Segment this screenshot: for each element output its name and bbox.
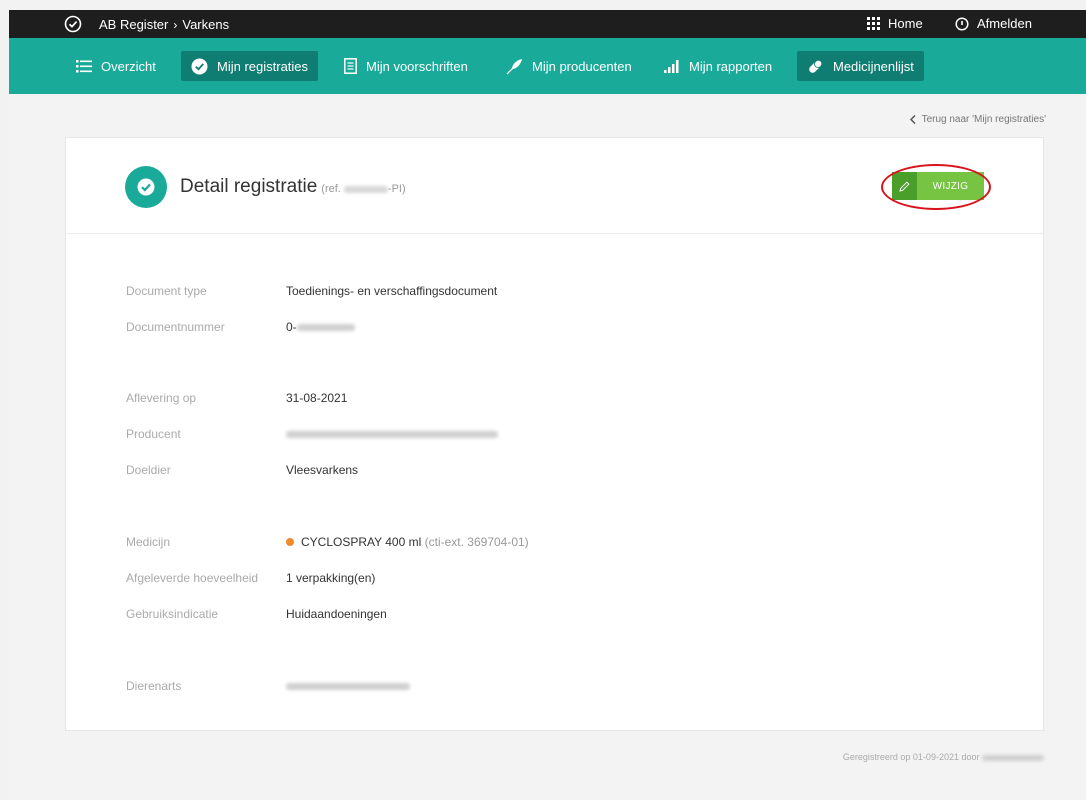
field-value: Huidaandoeningen <box>286 607 387 621</box>
redacted-value <box>982 754 1044 761</box>
nav-label-medicijnenlijst: Medicijnenlijst <box>833 58 914 74</box>
home-link[interactable]: Home <box>867 16 923 31</box>
nav-label-mijn-producenten: Mijn producenten <box>532 58 632 74</box>
field-value: Toedienings- en verschaffingsdocument <box>286 284 498 298</box>
field-label: Documentnummer <box>126 320 225 334</box>
page-title-text: Detail registratie <box>180 176 318 197</box>
edit-button-label: WIJZIG <box>917 172 984 200</box>
detail-card: Detail registratie (ref. -PI) WIJZIG Docu… <box>65 137 1044 731</box>
power-info-icon <box>955 16 969 31</box>
nav-label-mijn-registraties: Mijn registraties <box>217 58 309 74</box>
breadcrumb: AB Register › Varkens <box>99 17 229 32</box>
redacted-value <box>286 431 498 439</box>
pill-icon <box>809 59 823 73</box>
medicine-cti: (cti-ext. 369704-01) <box>424 535 529 549</box>
field-label: Doeldier <box>126 463 171 477</box>
back-link-label: Terug naar 'Mijn registraties' <box>921 114 1046 125</box>
chevron-left-icon <box>909 115 916 124</box>
field-label: Document type <box>126 284 207 298</box>
reference-prefix: (ref. <box>321 183 341 195</box>
medicine-name: CYCLOSPRAY 400 ml <box>301 535 422 549</box>
field-value <box>286 427 498 441</box>
breadcrumb-section[interactable]: Varkens <box>182 17 229 32</box>
breadcrumb-app[interactable]: AB Register <box>99 17 168 32</box>
check-circle-logo-icon <box>64 15 82 33</box>
check-circle-icon <box>191 58 208 74</box>
field-label: Afgeleverde hoeveelheid <box>126 571 259 585</box>
edit-button[interactable]: WIJZIG <box>892 172 984 200</box>
nav-item-overzicht[interactable]: Overzicht <box>66 51 166 81</box>
grid-icon <box>867 17 880 30</box>
reference: (ref. -PI) <box>321 183 405 195</box>
nav-item-mijn-producenten[interactable]: Mijn producenten <box>496 51 642 81</box>
list-icon <box>76 59 92 72</box>
document-icon <box>344 58 357 74</box>
logout-link[interactable]: Afmelden <box>955 16 1032 31</box>
breadcrumb-separator: › <box>173 17 178 32</box>
nav-item-mijn-rapporten[interactable]: Mijn rapporten <box>654 51 782 81</box>
main-nav: Overzicht Mijn registraties Mijn voorsch… <box>9 38 1086 94</box>
check-circle-icon <box>125 166 167 208</box>
app-frame: AB Register › Varkens Home Afmelden Over… <box>9 10 1086 800</box>
home-label: Home <box>888 16 923 31</box>
checkmark-icon <box>137 178 155 196</box>
field-label: Aflevering op <box>126 391 197 405</box>
field-value: CYCLOSPRAY 400 ml (cti-ext. 369704-01) <box>286 535 529 549</box>
status-dot <box>286 537 294 546</box>
reference-suffix: -PI) <box>387 183 406 195</box>
field-value <box>286 679 410 693</box>
field-label: Medicijn <box>126 535 171 549</box>
back-link[interactable]: Terug naar 'Mijn registraties' <box>909 114 1046 125</box>
registered-note: Geregistreerd op 01-09-2021 door <box>843 752 1044 762</box>
feather-icon <box>506 58 522 74</box>
nav-label-mijn-rapporten: Mijn rapporten <box>689 58 773 74</box>
redacted-value <box>286 683 410 691</box>
top-bar: AB Register › Varkens Home Afmelden <box>9 10 1086 38</box>
field-label: Gebruiksindicatie <box>126 607 219 621</box>
registered-text: Geregistreerd op 01-09-2021 door <box>842 752 980 762</box>
pencil-icon <box>892 172 917 200</box>
field-label: Producent <box>126 427 181 441</box>
redacted-value <box>296 324 355 332</box>
card-header: Detail registratie (ref. -PI) WIJZIG <box>66 138 1043 234</box>
field-value: 31-08-2021 <box>286 391 348 405</box>
logout-label: Afmelden <box>977 16 1032 31</box>
bar-chart-icon <box>664 59 679 73</box>
field-value: 0- <box>286 320 355 334</box>
field-label: Dierenarts <box>126 679 182 693</box>
field-value: 1 verpakking(en) <box>286 571 376 585</box>
nav-item-medicijnenlijst[interactable]: Medicijnenlijst <box>797 51 924 81</box>
document-number-prefix: 0- <box>286 320 297 334</box>
nav-label-overzicht: Overzicht <box>101 58 156 74</box>
nav-label-mijn-voorschriften: Mijn voorschriften <box>366 58 468 74</box>
field-value: Vleesvarkens <box>286 463 359 477</box>
nav-item-mijn-voorschriften[interactable]: Mijn voorschriften <box>334 51 478 81</box>
reference-redacted <box>343 185 388 193</box>
nav-item-mijn-registraties[interactable]: Mijn registraties <box>181 51 319 81</box>
page-title: Detail registratie (ref. -PI) <box>180 176 406 198</box>
